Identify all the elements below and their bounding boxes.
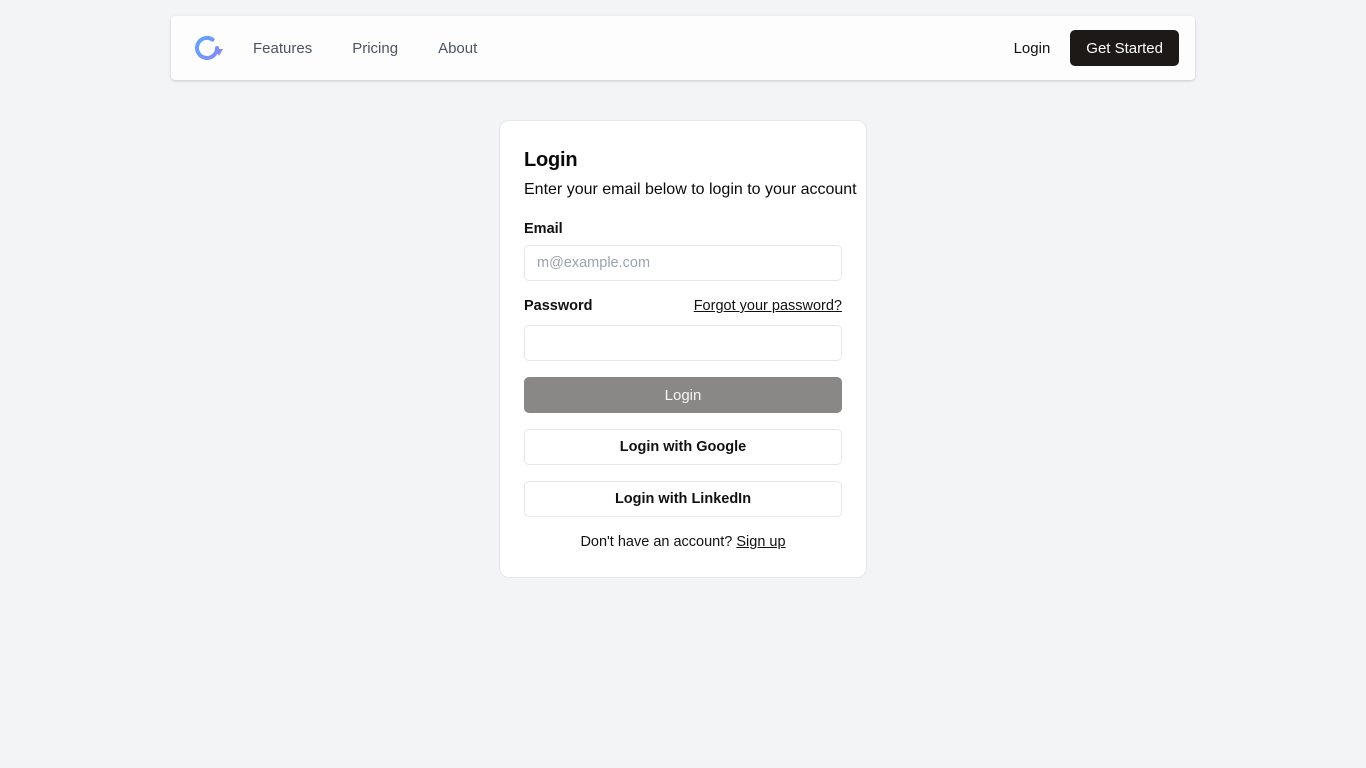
signup-link[interactable]: Sign up [736,534,785,550]
login-subtitle: Enter your email below to login to your … [524,181,857,198]
email-input[interactable] [524,245,842,281]
password-input[interactable] [524,325,842,361]
nav-links: Features Pricing About [253,40,517,57]
nav-link-pricing[interactable]: Pricing [352,40,398,57]
card-header: Login [524,145,578,172]
login-card: Login Enter your email below to login to… [499,120,867,578]
login-with-linkedin-button[interactable]: Login with LinkedIn [524,481,842,517]
login-button[interactable]: Login [524,377,842,413]
app-logo[interactable] [191,32,223,64]
nav-link-about[interactable]: About [438,40,477,57]
email-label: Email [524,221,563,237]
nav-login-link[interactable]: Login [1014,40,1051,57]
refresh-arrow-logo-icon [195,35,223,60]
login-title: Login [524,149,578,171]
nav-actions: Login Get Started [1014,30,1179,66]
forgot-password-link[interactable]: Forgot your password? [694,298,842,314]
nav-link-features[interactable]: Features [253,40,312,57]
login-with-google-button[interactable]: Login with Google [524,429,842,465]
password-label: Password [524,298,593,314]
signup-row: Don't have an account? Sign up [524,534,842,550]
top-navbar: Features Pricing About Login Get Started [171,16,1195,80]
get-started-button[interactable]: Get Started [1070,30,1179,66]
password-label-row: Password Forgot your password? [524,298,842,314]
signup-prompt: Don't have an account? [580,534,737,550]
